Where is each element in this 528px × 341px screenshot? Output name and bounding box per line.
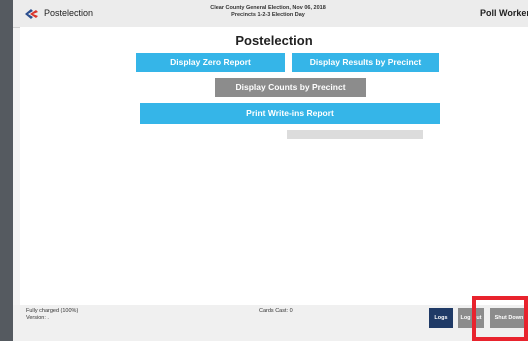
- election-precincts: Precincts 1-2-3 Election Day: [231, 12, 305, 18]
- page-title: Postelection: [235, 33, 313, 48]
- header-bar: Postelection Clear County General Electi…: [13, 0, 528, 28]
- election-title: Clear County General Election, Nov 06, 2…: [210, 5, 326, 11]
- log-out-button[interactable]: Log Out: [458, 308, 484, 328]
- print-writeins-report-button[interactable]: Print Write-ins Report: [140, 103, 440, 124]
- election-info: Clear County General Election, Nov 06, 2…: [168, 5, 368, 19]
- footer-bar: Fully charged (100%) Version: . Cards Ca…: [13, 305, 528, 341]
- user-role-label: Poll Worker: [480, 8, 528, 18]
- logs-button[interactable]: Logs: [429, 308, 453, 328]
- screen-name: Postelection: [44, 8, 94, 18]
- version-text: Version: .: [26, 314, 49, 321]
- display-counts-by-precinct-button[interactable]: Display Counts by Precinct: [215, 78, 366, 97]
- cards-cast-count: Cards Cast: 0: [259, 308, 293, 314]
- progress-bar: [287, 130, 423, 139]
- main-panel: Postelection Display Zero Report Display…: [20, 27, 528, 305]
- ballot-check-logo-icon: [25, 9, 38, 19]
- battery-status: Fully charged (100%) Version: .: [26, 308, 78, 321]
- display-results-by-precinct-button[interactable]: Display Results by Precinct: [292, 53, 439, 72]
- battery-status-text: Fully charged (100%): [26, 308, 79, 314]
- display-zero-report-button[interactable]: Display Zero Report: [136, 53, 285, 72]
- app-window: Postelection Clear County General Electi…: [13, 0, 528, 341]
- shut-down-button[interactable]: Shut Down: [490, 308, 528, 328]
